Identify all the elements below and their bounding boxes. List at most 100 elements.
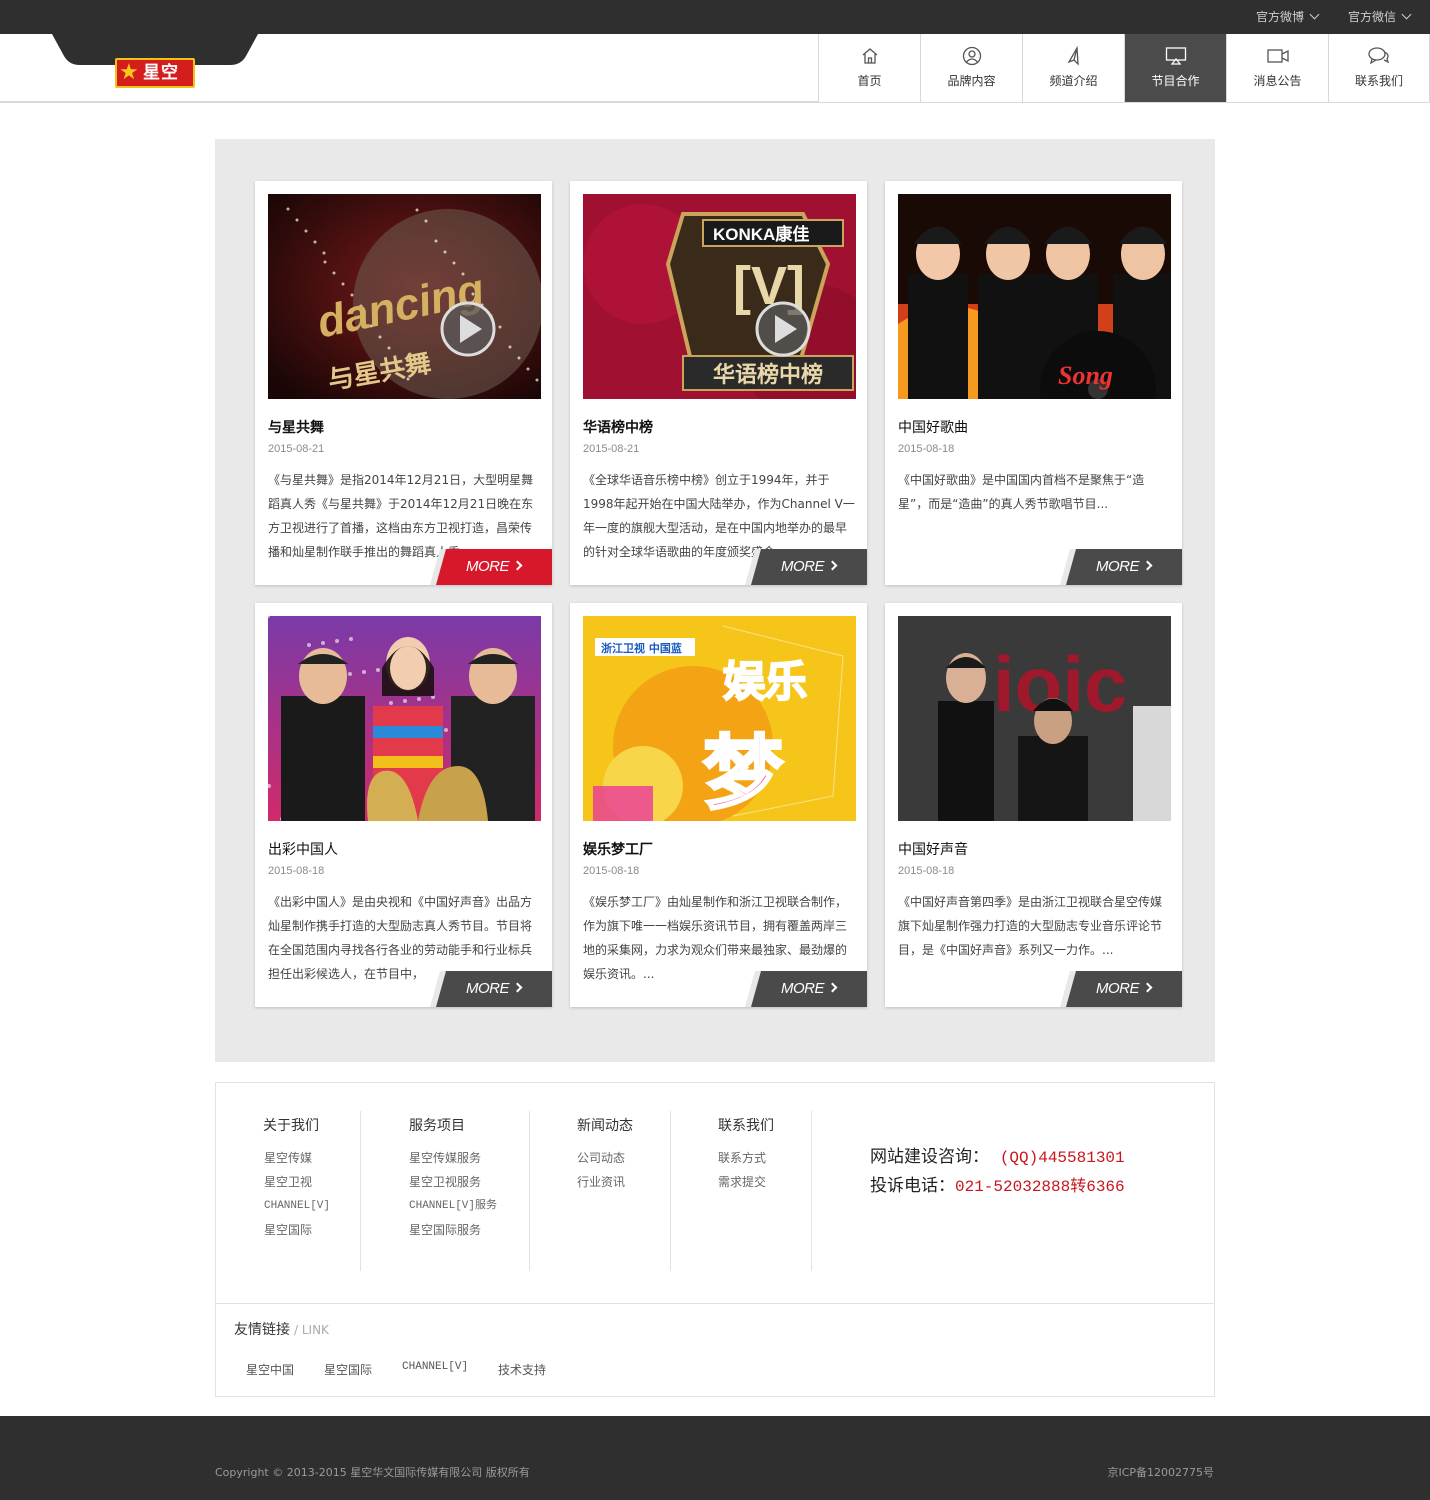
footer-link[interactable]: 行业资讯 [577, 1170, 625, 1194]
weixin-link[interactable]: 官方微信 [1348, 8, 1412, 25]
footer-link[interactable]: 联系方式 [718, 1146, 766, 1170]
copyright: Copyright © 2013-2015 星空华文国际传媒有限公司 版权所有 [215, 1466, 530, 1479]
more-label: MORE [1096, 980, 1140, 997]
icp-number: 京ICP备12002775号 [1107, 1466, 1214, 1479]
program-title[interactable]: 中国好歌曲 [898, 417, 968, 437]
footer-link[interactable]: CHANNEL[V]服务 [409, 1194, 497, 1218]
main-nav: 首页 品牌内容 频道介绍 节目合作 消息公告 联系我们 [818, 34, 1430, 102]
footer-link[interactable]: 星空卫视服务 [409, 1170, 497, 1194]
chevron-down-icon [1401, 9, 1412, 20]
more-button[interactable]: MORE [1060, 971, 1182, 1007]
footer-link[interactable]: CHANNEL[V] [264, 1194, 330, 1218]
more-button[interactable]: MORE [430, 971, 552, 1007]
consult-qq: (QQ)445581301 [999, 1149, 1125, 1167]
program-card[interactable]: 出彩中国人 2015-08-18 《出彩中国人》是由央视和《中国好声音》出品方灿星制… [255, 603, 552, 1007]
program-card[interactable]: Song 中国好歌曲 2015-08-18 《中国好歌曲》是中国国内首档不是聚焦于“造… [885, 181, 1182, 585]
footer-col-news: 新闻动态 公司动态 行业资讯 [530, 1111, 671, 1271]
program-date: 2015-08-21 [583, 443, 640, 455]
program-thumbnail[interactable]: KONKA康佳 [V] 华语榜中榜 [583, 194, 856, 399]
more-label: MORE [466, 980, 510, 997]
more-label: MORE [781, 558, 825, 575]
nav-item-label: 消息公告 [1253, 74, 1302, 88]
footer-link[interactable]: 星空国际 [264, 1218, 330, 1242]
footer-col-services: 服务项目 星空传媒服务 星空卫视服务 CHANNEL[V]服务 星空国际服务 [361, 1111, 530, 1271]
bottom-bar: Copyright © 2013-2015 星空华文国际传媒有限公司 版权所有 … [0, 1416, 1430, 1500]
complain-label: 投诉电话： [870, 1176, 955, 1196]
footer-link[interactable]: 星空卫视 [264, 1170, 330, 1194]
friend-links-title: 友情链接 / LINK [234, 1319, 329, 1339]
nav-item[interactable]: 联系我们 [1328, 34, 1430, 102]
header: ★ 星空 首页 品牌内容 频道介绍 节目合作 消息公告 联系我们 [0, 34, 1430, 103]
program-thumbnail[interactable]: dancing 与星共舞 [268, 194, 541, 399]
more-button[interactable]: MORE [430, 549, 552, 585]
more-button[interactable]: MORE [745, 549, 867, 585]
svg-text:梦: 梦 [703, 727, 783, 820]
program-title[interactable]: 中国好声音 [898, 839, 968, 859]
svg-text:娱乐: 娱乐 [723, 657, 807, 706]
program-title[interactable]: 出彩中国人 [268, 839, 338, 859]
logo-text: 星空 [143, 63, 179, 83]
nav-item[interactable]: 品牌内容 [920, 34, 1022, 102]
svg-text:Song: Song [1058, 361, 1113, 390]
home-icon [819, 46, 920, 68]
airplay-icon [1125, 46, 1226, 68]
footer-col-title: 关于我们 [263, 1118, 319, 1134]
contact-info: 网站建设咨询： (QQ)445581301 投诉电话：021-52032888转… [870, 1143, 1125, 1201]
program-thumbnail[interactable]: 浙江卫视 中国蓝 娱乐梦 [583, 616, 856, 821]
program-thumbnail[interactable] [268, 616, 541, 821]
friend-link[interactable]: 技术支持 [498, 1361, 546, 1378]
footer-col-title: 联系我们 [718, 1118, 774, 1134]
program-card[interactable]: ioic 中国好声音 2015-08-18 《中国好声音第四季》是由浙江卫视联合星空传… [885, 603, 1182, 1007]
friend-link[interactable]: 星空中国 [246, 1361, 294, 1378]
weibo-label: 官方微博 [1256, 10, 1305, 24]
program-date: 2015-08-18 [898, 443, 955, 455]
weibo-link[interactable]: 官方微博 [1256, 8, 1320, 25]
play-icon [440, 301, 496, 357]
nav-item[interactable]: 频道介绍 [1022, 34, 1124, 102]
footer-col-contact: 联系我们 联系方式 需求提交 [671, 1111, 812, 1271]
program-gallery: dancing 与星共舞 与星共舞 2015-08-21 《与星共舞》是指2014年12… [215, 139, 1215, 1062]
program-title[interactable]: 与星共舞 [268, 417, 324, 437]
nav-item[interactable]: 消息公告 [1226, 34, 1328, 102]
program-date: 2015-08-18 [268, 865, 325, 877]
program-thumbnail[interactable]: ioic [898, 616, 1171, 821]
nav-item-label: 联系我们 [1354, 74, 1403, 88]
friend-link[interactable]: CHANNEL[V] [402, 1361, 468, 1378]
top-bar: 官方微博 官方微信 [0, 0, 1430, 34]
footer-col-title: 新闻动态 [577, 1118, 633, 1134]
footer-link[interactable]: 星空传媒服务 [409, 1146, 497, 1170]
program-date: 2015-08-18 [898, 865, 955, 877]
program-card[interactable]: KONKA康佳 [V] 华语榜中榜 华语榜中榜 2015-08-21 《全球华语音乐榜中榜… [570, 181, 867, 585]
video-camera-icon [1227, 46, 1328, 68]
footer-link[interactable]: 需求提交 [718, 1170, 766, 1194]
play-icon [755, 301, 811, 357]
footer-link[interactable]: 星空传媒 [264, 1146, 330, 1170]
footer-link[interactable]: 星空国际服务 [409, 1218, 497, 1242]
program-title[interactable]: 娱乐梦工厂 [583, 839, 653, 859]
more-button[interactable]: MORE [1060, 549, 1182, 585]
nav-item-label: 首页 [857, 74, 882, 88]
more-label: MORE [1096, 558, 1140, 575]
program-card[interactable]: 浙江卫视 中国蓝 娱乐梦娱乐梦工厂 2015-08-18 《娱乐梦工厂》由灿星制作和浙… [570, 603, 867, 1007]
nav-item-label: 频道介绍 [1049, 74, 1098, 88]
more-button[interactable]: MORE [745, 971, 867, 1007]
weixin-label: 官方微信 [1348, 10, 1397, 24]
footer-col-about: 关于我们 星空传媒 星空卫视 CHANNEL[V] 星空国际 [216, 1111, 361, 1271]
program-date: 2015-08-18 [583, 865, 640, 877]
program-title[interactable]: 华语榜中榜 [583, 417, 653, 437]
footer-link[interactable]: 公司动态 [577, 1146, 625, 1170]
nav-item[interactable]: 首页 [818, 34, 920, 102]
complain-phone: 021-52032888转6366 [955, 1178, 1125, 1196]
program-thumbnail[interactable]: Song [898, 194, 1171, 399]
friend-title-text: 友情链接 [234, 1322, 290, 1338]
user-icon [921, 46, 1022, 68]
logo[interactable]: ★ 星空 [115, 58, 195, 88]
chevron-down-icon [1309, 9, 1320, 20]
program-card[interactable]: dancing 与星共舞 与星共舞 2015-08-21 《与星共舞》是指2014年12… [255, 181, 552, 585]
nav-item-label: 品牌内容 [947, 74, 996, 88]
nav-item[interactable]: 节目合作 [1124, 34, 1226, 102]
footer-links: 关于我们 星空传媒 星空卫视 CHANNEL[V] 星空国际 服务项目 星空传媒… [215, 1082, 1215, 1397]
star-icon: ★ [119, 60, 139, 85]
friend-link[interactable]: 星空国际 [324, 1361, 372, 1378]
nav-item-label: 节目合作 [1151, 74, 1200, 88]
